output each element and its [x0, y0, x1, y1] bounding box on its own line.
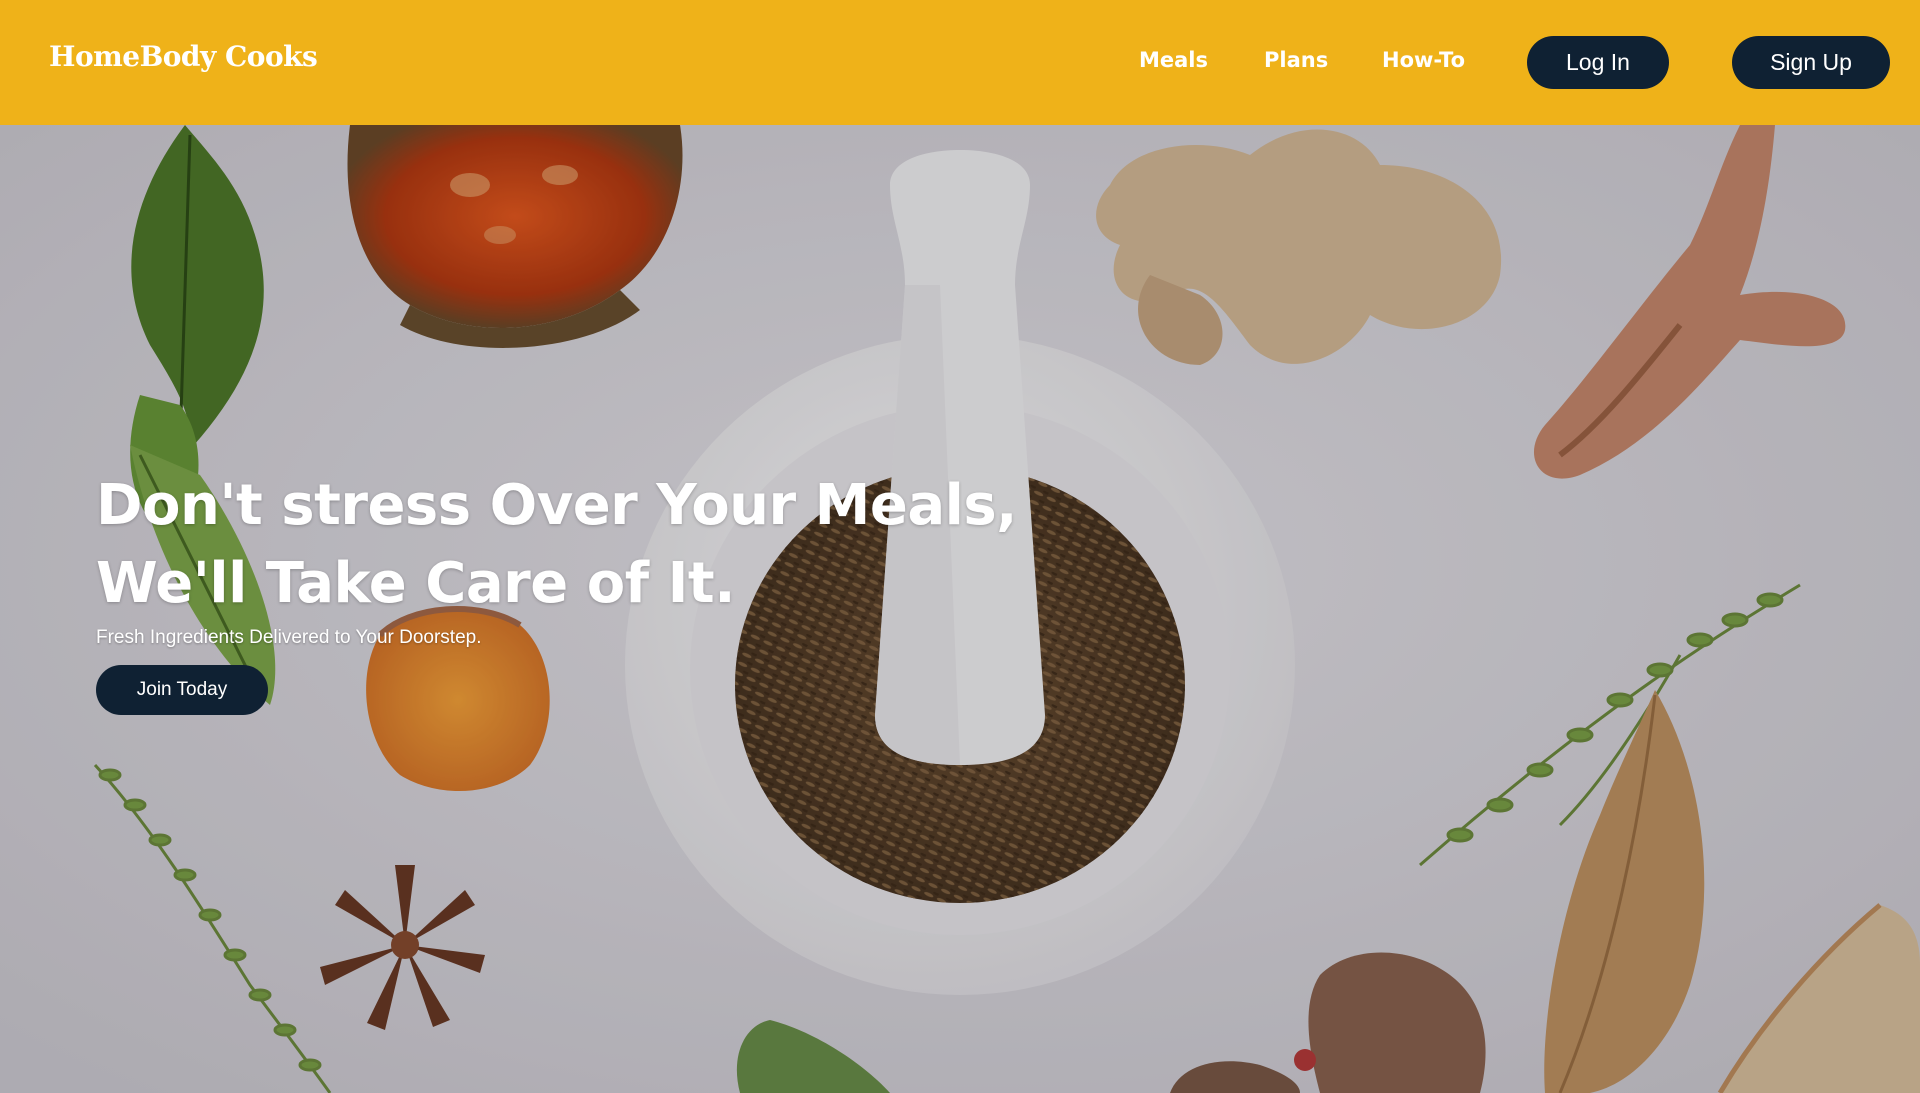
hero-heading-line-2: We'll Take Care of It.	[96, 551, 735, 616]
hero-section: Don't stress Over Your Meals, We'll Take…	[0, 125, 1920, 1093]
hero-subtitle: Fresh Ingredients Delivered to Your Door…	[96, 627, 482, 648]
hero-content: Don't stress Over Your Meals, We'll Take…	[96, 467, 1017, 715]
join-today-button[interactable]: Join Today	[96, 665, 268, 715]
site-logo[interactable]: HomeBody Cooks	[49, 40, 318, 73]
nav-link-plans[interactable]: Plans	[1264, 48, 1328, 72]
site-header: HomeBody Cooks Meals Plans How-To Log In…	[0, 0, 1920, 125]
signup-button[interactable]: Sign Up	[1732, 36, 1890, 89]
hero-heading-line-1: Don't stress Over Your Meals,	[96, 473, 1017, 538]
login-button[interactable]: Log In	[1527, 36, 1669, 89]
nav-link-how-to[interactable]: How-To	[1382, 48, 1465, 72]
nav-link-meals[interactable]: Meals	[1139, 48, 1208, 72]
hero-heading: Don't stress Over Your Meals, We'll Take…	[96, 467, 1017, 623]
